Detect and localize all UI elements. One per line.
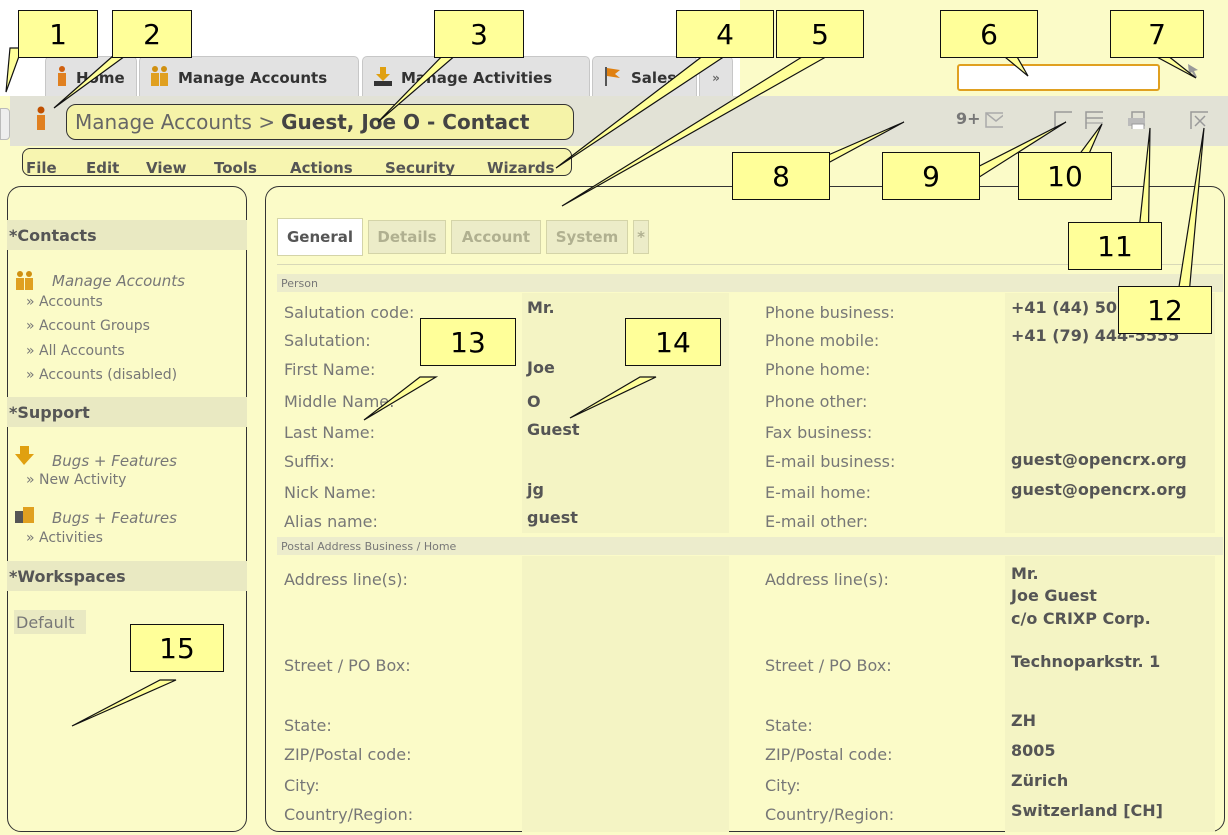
callout-12: 12 [1118,286,1212,334]
callout-5: 5 [776,10,864,58]
callout-14: 14 [625,318,721,366]
callout-6: 6 [940,10,1038,58]
callout-leaders [5,47,1205,727]
callout-3: 3 [434,10,524,58]
callout-9: 9 [882,152,980,200]
callout-10: 10 [1018,152,1112,200]
callout-2: 2 [112,10,192,58]
callout-11: 11 [1068,222,1162,270]
callout-13: 13 [420,318,516,366]
callout-7: 7 [1110,10,1204,58]
callout-8: 8 [732,152,830,200]
callout-4: 4 [676,10,774,58]
callout-1: 1 [18,10,98,58]
callout-15: 15 [130,624,224,672]
